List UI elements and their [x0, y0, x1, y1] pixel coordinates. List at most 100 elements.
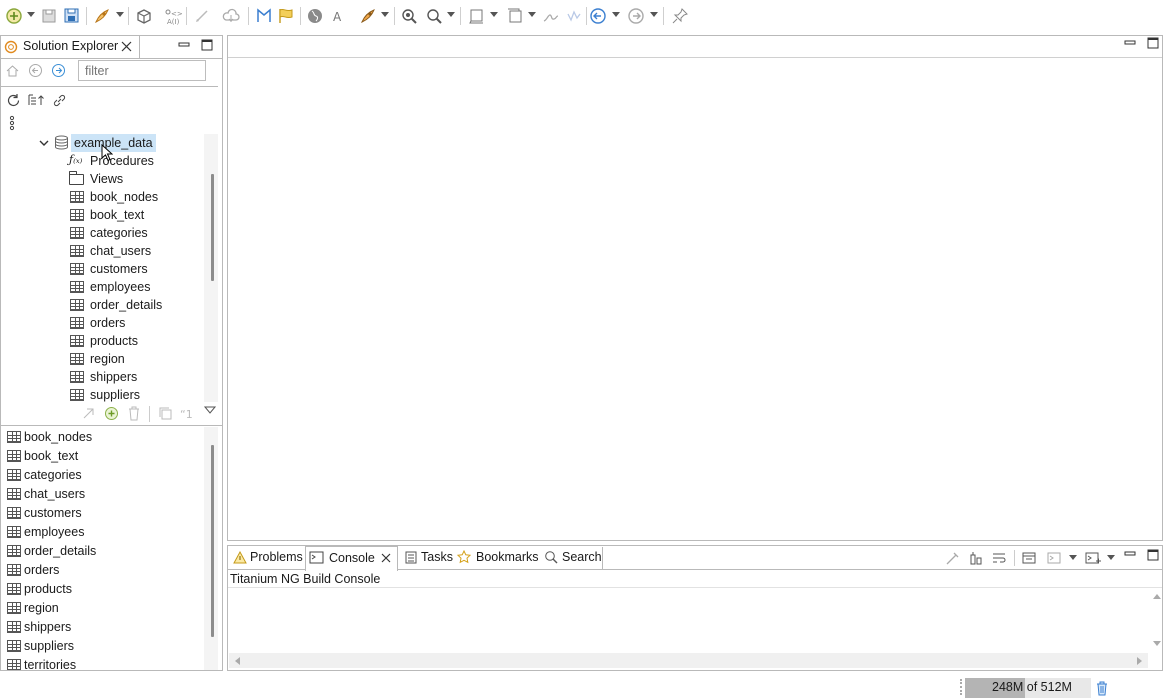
save-icon[interactable] [39, 6, 59, 26]
tree-item[interactable]: shippers [90, 368, 137, 386]
scroll-left-icon[interactable] [233, 656, 241, 666]
maximize-icon[interactable] [201, 39, 213, 51]
tree-item[interactable]: employees [90, 278, 150, 296]
tree-item[interactable]: suppliers [90, 386, 140, 403]
forward-dropdown-icon[interactable] [650, 12, 658, 17]
list-item[interactable]: categories [24, 466, 82, 484]
new-dropdown-icon[interactable] [27, 12, 35, 17]
list-item[interactable]: shippers [24, 618, 71, 636]
list-item[interactable]: employees [24, 523, 84, 541]
run-dropdown-icon[interactable] [116, 12, 124, 17]
list-item[interactable]: order_details [24, 542, 96, 560]
tab-tasks[interactable]: Tasks [401, 546, 453, 569]
chevron-down-icon[interactable] [204, 405, 216, 415]
window-icon[interactable] [505, 6, 525, 26]
maximize-icon[interactable] [1147, 37, 1159, 49]
globe-icon[interactable] [305, 6, 325, 26]
back-icon[interactable] [588, 6, 608, 26]
display-console-icon[interactable] [1046, 550, 1062, 566]
list-item[interactable]: orders [24, 561, 59, 579]
view-menu-icon[interactable] [8, 115, 16, 131]
forward-icon[interactable] [626, 6, 646, 26]
home-icon[interactable] [5, 63, 20, 78]
list-item[interactable]: book_nodes [24, 428, 92, 446]
tree-scrollbar-thumb[interactable] [211, 174, 214, 281]
list-scrollbar-thumb[interactable] [211, 445, 214, 637]
window-dropdown-icon[interactable] [528, 12, 536, 17]
save-all-icon[interactable] [62, 6, 82, 26]
heap-status[interactable]: 248M of 512M [965, 678, 1091, 698]
list-item[interactable]: region [24, 599, 59, 617]
chevron-down-icon[interactable] [39, 138, 49, 148]
open-console-dropdown-icon[interactable] [1107, 555, 1115, 560]
deploy-dropdown-icon[interactable] [381, 12, 389, 17]
list-item[interactable]: products [24, 580, 72, 598]
add-icon[interactable] [104, 406, 119, 421]
flag-icon[interactable] [276, 6, 296, 26]
maximize-icon[interactable] [1147, 549, 1159, 561]
back-nav-icon[interactable] [28, 63, 43, 78]
display-console-dropdown-icon[interactable] [1069, 555, 1077, 560]
tree-item[interactable]: customers [90, 260, 148, 278]
solution-explorer-tab[interactable]: Solution Explorer [1, 36, 140, 58]
forward-nav-icon[interactable] [51, 63, 66, 78]
perspective-icon[interactable] [467, 6, 487, 26]
tree-item[interactable]: categories [90, 224, 148, 242]
open-console-icon[interactable] [1084, 550, 1102, 566]
tree-item[interactable]: book_text [90, 206, 144, 224]
open-icon[interactable] [82, 407, 95, 420]
close-icon[interactable] [381, 553, 391, 563]
zoom-icon[interactable] [399, 6, 419, 26]
clear-console-icon[interactable] [945, 550, 961, 566]
tab-search[interactable]: Search [541, 546, 603, 569]
pin-icon[interactable] [670, 6, 690, 26]
list-item[interactable]: customers [24, 504, 82, 522]
tab-problems[interactable]: Problems [228, 546, 304, 569]
tree-item[interactable]: products [90, 332, 138, 350]
search-dropdown-icon[interactable] [447, 12, 455, 17]
scroll-up-icon[interactable] [1152, 592, 1162, 600]
link-icon[interactable] [52, 93, 67, 108]
garbage-collect-icon[interactable] [1095, 680, 1109, 696]
refresh-icon[interactable] [6, 93, 21, 108]
deploy-icon[interactable] [358, 6, 378, 26]
back-dropdown-icon[interactable] [612, 12, 620, 17]
copy-icon[interactable] [158, 406, 173, 421]
minimize-icon[interactable] [1124, 37, 1136, 49]
tab-bookmarks[interactable]: Bookmarks [455, 546, 539, 569]
properties-icon[interactable]: “1 [180, 406, 197, 421]
word-wrap-icon[interactable] [991, 550, 1007, 566]
scroll-lock-icon[interactable] [968, 550, 984, 566]
minimize-icon[interactable] [1124, 548, 1136, 560]
list-item[interactable]: territories [24, 656, 76, 670]
tree-item[interactable]: order_details [90, 296, 162, 314]
filter-input[interactable] [78, 60, 206, 81]
sign2-icon[interactable] [564, 6, 584, 26]
bridge-icon[interactable] [254, 6, 274, 26]
cloud-icon[interactable] [221, 6, 241, 26]
tree-item[interactable]: Procedures [90, 152, 154, 170]
close-icon[interactable] [121, 41, 132, 52]
tree-item[interactable]: region [90, 350, 125, 368]
tree-item[interactable]: orders [90, 314, 125, 332]
new-icon[interactable] [4, 6, 24, 26]
tree-item[interactable]: chat_users [90, 242, 151, 260]
list-item[interactable]: chat_users [24, 485, 85, 503]
console-hscrollbar[interactable] [229, 653, 1148, 668]
sign-icon[interactable] [541, 6, 561, 26]
tab-console[interactable]: Console [305, 546, 398, 571]
delete-icon[interactable] [127, 406, 141, 421]
text-icon[interactable]: A [328, 6, 348, 26]
run-icon[interactable] [92, 6, 112, 26]
debug-icon[interactable]: <>A(I) [162, 6, 182, 26]
perspective-dropdown-icon[interactable] [490, 12, 498, 17]
collapse-all-icon[interactable] [28, 93, 45, 108]
minimize-icon[interactable] [178, 39, 190, 51]
scroll-right-icon[interactable] [1136, 656, 1144, 666]
list-item[interactable]: book_text [24, 447, 78, 465]
list-item[interactable]: suppliers [24, 637, 74, 655]
pin-console-icon[interactable] [1021, 550, 1037, 566]
tree-item[interactable]: Views [90, 170, 123, 188]
search-icon[interactable] [424, 6, 444, 26]
list-scrollbar[interactable] [204, 427, 218, 670]
